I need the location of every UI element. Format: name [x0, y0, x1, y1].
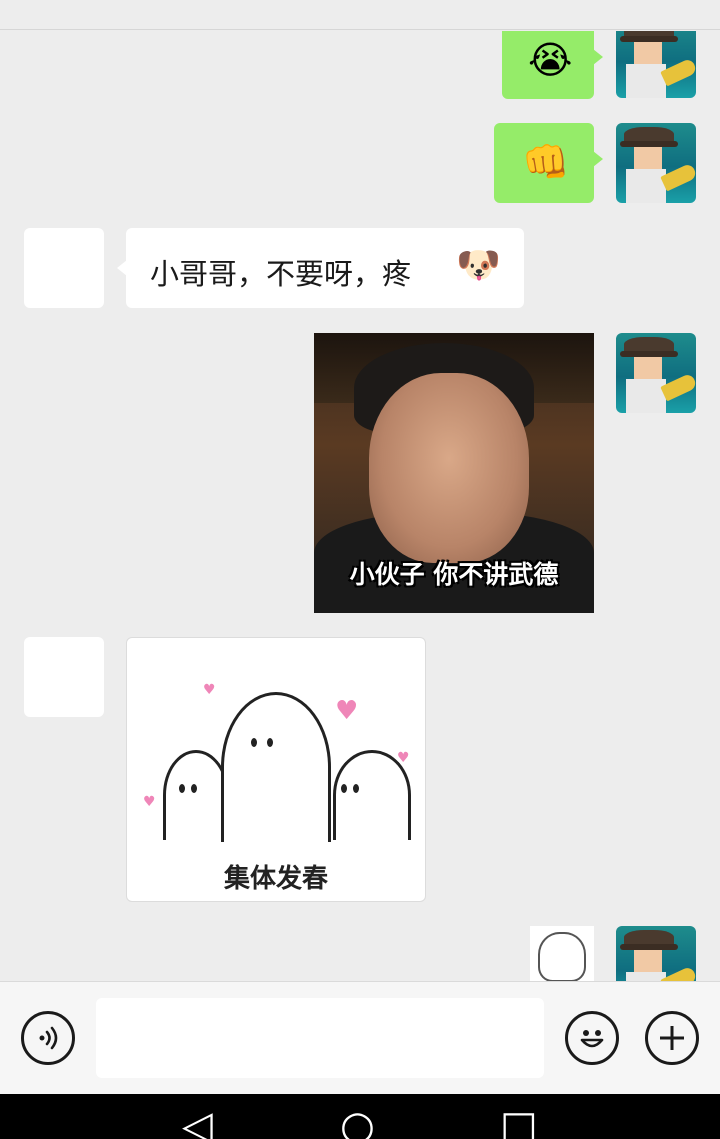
system-navigation-bar: ◁ ○ □: [0, 1094, 720, 1139]
chat-message-list[interactable]: 😭 👊 小哥哥，不要呀，疼 🐶 小伙子 你不讲武德 ♥ ♥ ♥ ♥ 集体发春: [0, 31, 720, 981]
received-sticker-message[interactable]: ♥ ♥ ♥ ♥ 集体发春: [126, 637, 426, 902]
recent-apps-icon[interactable]: □: [500, 1106, 538, 1139]
my-avatar[interactable]: [616, 333, 696, 413]
ghost-figure: [333, 750, 411, 840]
sent-image-message[interactable]: 小伙子 你不讲武德: [314, 333, 594, 613]
doge-emoji: 🐶: [456, 245, 501, 286]
heart-decoration: ♥: [335, 696, 359, 726]
plus-icon[interactable]: [645, 1011, 699, 1065]
meme-face: [369, 373, 529, 563]
back-icon[interactable]: ◁: [182, 1106, 213, 1139]
crying-laughing-emoji: 😭: [528, 38, 573, 82]
message-input-bar: [0, 981, 720, 1094]
my-avatar[interactable]: [616, 926, 696, 981]
ghost-figure: [163, 750, 229, 840]
image-caption: 小伙子 你不讲武德: [349, 560, 559, 589]
my-avatar[interactable]: [616, 31, 696, 98]
sent-message-bubble[interactable]: 👊: [494, 123, 603, 203]
contact-avatar[interactable]: [24, 228, 104, 308]
message-text-input[interactable]: [96, 998, 544, 1078]
message-text: 小哥哥，不要呀，疼: [150, 257, 412, 291]
top-bar: [0, 0, 720, 30]
ghost-figure: [221, 692, 331, 842]
heart-decoration: ♥: [203, 682, 216, 698]
contact-avatar[interactable]: [24, 637, 104, 717]
bear-sticker: [538, 932, 586, 981]
sent-message-bubble[interactable]: 😭: [502, 31, 603, 99]
voice-icon[interactable]: [21, 1011, 75, 1065]
heart-decoration: ♥: [143, 794, 156, 810]
home-icon[interactable]: ○: [340, 1106, 375, 1139]
fist-emoji: 👊: [522, 140, 570, 184]
received-message-bubble[interactable]: 小哥哥，不要呀，疼 🐶: [117, 228, 524, 308]
sent-sticker-message[interactable]: [530, 926, 594, 981]
sticker-caption: 集体发春: [223, 864, 328, 894]
my-avatar[interactable]: [616, 123, 696, 203]
emoji-icon[interactable]: [565, 1011, 619, 1065]
